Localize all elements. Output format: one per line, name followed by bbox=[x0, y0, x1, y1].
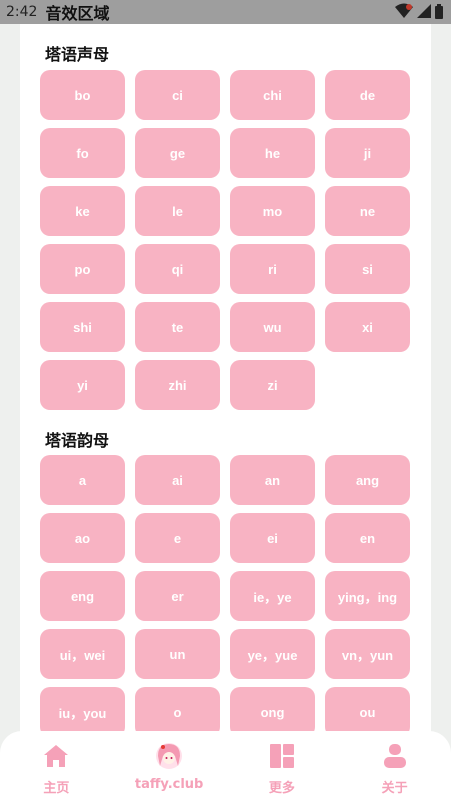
section-title-initials: 塔语声母 bbox=[45, 45, 110, 64]
sound-button[interactable]: un bbox=[135, 629, 220, 679]
sound-button[interactable]: en bbox=[325, 513, 410, 563]
sound-button[interactable]: ou bbox=[325, 687, 410, 736]
finals-grid: a ai an ang ao e ei en eng er ie，ye ying，ing ui，wei u… bbox=[40, 455, 410, 736]
sound-button[interactable]: eng bbox=[40, 571, 125, 621]
nav-home-label: 主页 bbox=[43, 781, 70, 796]
nav-about-label: 关于 bbox=[381, 781, 408, 796]
sound-button[interactable]: ong bbox=[230, 687, 315, 736]
section-title-finals: 塔语韵母 bbox=[45, 431, 110, 450]
sound-button[interactable]: ri bbox=[230, 244, 315, 294]
nav-taffy-label: taffy.club bbox=[134, 777, 204, 792]
sound-button[interactable]: iu，you bbox=[40, 687, 125, 736]
sound-button[interactable]: fo bbox=[40, 128, 125, 178]
sound-button[interactable]: ye，yue bbox=[230, 629, 315, 679]
signal-icon bbox=[417, 4, 431, 18]
sound-button[interactable]: le bbox=[135, 186, 220, 236]
sound-button[interactable]: po bbox=[40, 244, 125, 294]
battery-icon bbox=[435, 3, 443, 19]
sound-button[interactable]: ying，ing bbox=[325, 571, 410, 621]
sound-button[interactable]: ge bbox=[135, 128, 220, 178]
sound-button[interactable]: zhi bbox=[135, 360, 220, 410]
sound-button[interactable]: an bbox=[230, 455, 315, 505]
sound-button[interactable]: mo bbox=[230, 186, 315, 236]
sound-button[interactable]: xi bbox=[325, 302, 410, 352]
sound-button[interactable]: ci bbox=[135, 70, 220, 120]
user-icon bbox=[382, 743, 408, 769]
sound-button[interactable]: yi bbox=[40, 360, 125, 410]
sound-button[interactable]: si bbox=[325, 244, 410, 294]
sound-button[interactable]: ne bbox=[325, 186, 410, 236]
sound-button[interactable]: ei bbox=[230, 513, 315, 563]
sound-panel: 塔语声母 bo ci chi de fo ge he ji ke le mo ne po qi ri si sh… bbox=[20, 24, 431, 736]
sound-button[interactable]: vn，yun bbox=[325, 629, 410, 679]
wifi-icon bbox=[395, 3, 413, 19]
dashboard-icon bbox=[269, 743, 295, 769]
nav-more[interactable]: 更多 bbox=[227, 743, 337, 796]
sound-button[interactable]: bo bbox=[40, 70, 125, 120]
home-icon bbox=[43, 743, 69, 769]
nav-more-label: 更多 bbox=[268, 781, 295, 796]
sound-button[interactable]: ui，wei bbox=[40, 629, 125, 679]
nav-about[interactable]: 关于 bbox=[340, 743, 450, 796]
nav-home[interactable]: 主页 bbox=[1, 743, 111, 796]
sound-button[interactable]: ie，ye bbox=[230, 571, 315, 621]
sound-button[interactable]: shi bbox=[40, 302, 125, 352]
sound-button[interactable]: qi bbox=[135, 244, 220, 294]
status-time: 2:42 bbox=[6, 4, 38, 20]
sound-button[interactable]: ai bbox=[135, 455, 220, 505]
status-icons bbox=[395, 3, 443, 19]
nav-taffy[interactable]: taffy.club bbox=[114, 743, 224, 792]
sound-button[interactable]: ang bbox=[325, 455, 410, 505]
sound-button[interactable]: he bbox=[230, 128, 315, 178]
sound-button[interactable]: o bbox=[135, 687, 220, 736]
sound-button[interactable]: ke bbox=[40, 186, 125, 236]
sound-button[interactable]: chi bbox=[230, 70, 315, 120]
sound-button[interactable]: ao bbox=[40, 513, 125, 563]
sound-button[interactable]: wu bbox=[230, 302, 315, 352]
sound-button[interactable]: a bbox=[40, 455, 125, 505]
sound-button[interactable]: ji bbox=[325, 128, 410, 178]
sound-button[interactable]: zi bbox=[230, 360, 315, 410]
sound-button[interactable]: te bbox=[135, 302, 220, 352]
avatar-icon bbox=[155, 743, 183, 769]
initials-grid: bo ci chi de fo ge he ji ke le mo ne po qi ri si shi te wu… bbox=[40, 70, 410, 410]
app-title: 音效区域 bbox=[45, 4, 110, 23]
sound-button[interactable]: de bbox=[325, 70, 410, 120]
status-bar: 2:42 音效区域 bbox=[0, 0, 451, 24]
sound-button[interactable]: e bbox=[135, 513, 220, 563]
bottom-nav: 主页 taffy.club 更多 关于 bbox=[0, 731, 451, 802]
sound-button[interactable]: er bbox=[135, 571, 220, 621]
